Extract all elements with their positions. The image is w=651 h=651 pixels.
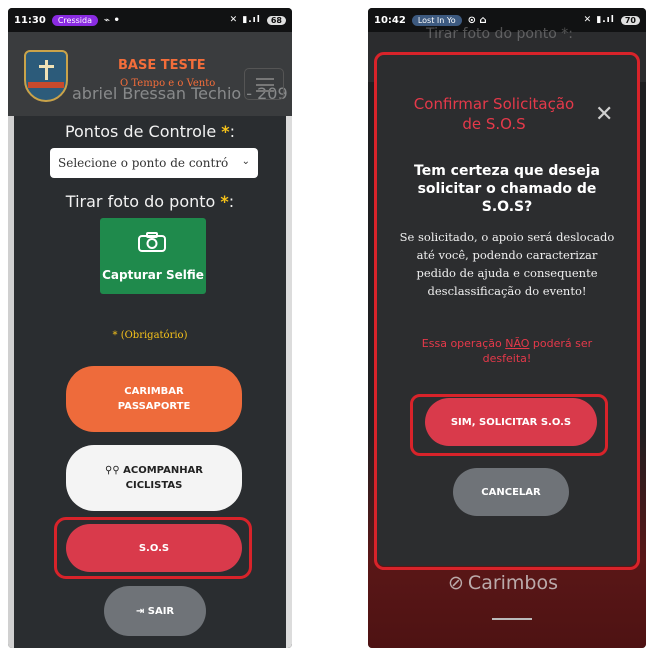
select-value: Selecione o ponto de contró xyxy=(58,156,229,170)
battery-level: 68 xyxy=(266,15,286,25)
media-pill: Lost In Yo xyxy=(411,14,462,26)
app-header: abriel Bressan Techio - 209 BASE TESTE O… xyxy=(8,32,292,116)
acompanhar-ciclistas-button[interactable]: ⚲⚲ ACOMPANHAR CICLISTAS xyxy=(66,445,242,511)
phone-screen-right: 10:42 Lost In Yo ⊙ ⌂ ✕ ▮.ıl 70 Tirar fot… xyxy=(368,8,646,648)
foto-label: Tirar foto do ponto *: xyxy=(65,192,235,211)
bicycle-icon: ⚲⚲ xyxy=(105,465,124,476)
control-point-select[interactable]: Selecione o ponto de contró ⌄ xyxy=(50,148,258,178)
carimbar-passaporte-button[interactable]: CARIMBAR PASSAPORTE xyxy=(66,366,242,432)
tab-indicator xyxy=(492,618,532,620)
controle-label: Pontos de Controle *: xyxy=(64,122,236,141)
status-time: 11:30 xyxy=(14,14,46,26)
check-circle-icon: ⊘ xyxy=(448,572,464,594)
highlight-dialog xyxy=(374,52,640,570)
signal-icon: ✕ ▮.ıl xyxy=(229,15,261,25)
notification-icon: ⊙ ⌂ xyxy=(467,14,487,26)
brand-title: BASE TESTE xyxy=(118,58,206,73)
media-pill: Cressida xyxy=(51,14,99,26)
menu-button[interactable] xyxy=(244,68,284,100)
battery-level: 70 xyxy=(620,15,640,25)
highlight-confirm xyxy=(410,394,608,456)
background-label: Tirar foto do ponto *: xyxy=(426,26,573,42)
logout-icon: ⇥ xyxy=(135,605,148,617)
highlight-sos xyxy=(54,517,252,579)
required-note: * (Obrigatório) xyxy=(112,330,188,341)
signal-icon: ✕ ▮.ıl xyxy=(583,15,615,25)
status-time: 10:42 xyxy=(374,14,406,26)
chevron-down-icon: ⌄ xyxy=(241,156,250,167)
capture-selfie-button[interactable]: Capturar Selfie xyxy=(100,218,206,294)
brand-subtitle: O Tempo e o Vento xyxy=(120,78,216,89)
status-bar: 11:30 Cressida ⌁ • ✕ ▮.ıl 68 xyxy=(8,8,292,32)
notification-icon: ⌁ • xyxy=(104,14,120,26)
event-logo xyxy=(24,50,68,102)
camera-icon xyxy=(138,232,166,252)
sair-button[interactable]: ⇥ SAIR xyxy=(104,586,206,636)
carimbos-tab[interactable]: ⊘ Carimbos xyxy=(448,572,558,594)
phone-screen-left: 11:30 Cressida ⌁ • ✕ ▮.ıl 68 abriel Bres… xyxy=(8,8,292,648)
selfie-label: Capturar Selfie xyxy=(102,268,204,282)
